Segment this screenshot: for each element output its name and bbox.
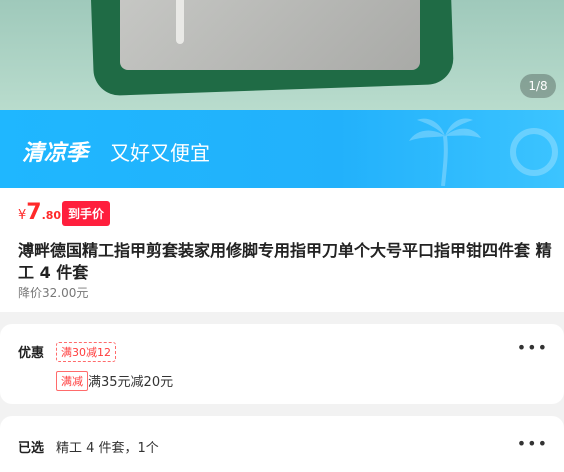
final-price-badge: 到手价 [62,201,111,226]
product-photo-clip [176,0,184,44]
product-title: 溥畔德国精工指甲剪套装家用修脚专用指甲刀单个大号平口指甲钳四件套 精工 4 件套 [18,241,552,282]
selection-label: 已选 [18,441,45,456]
promo-text: 满35元减20元 [88,375,174,390]
offers-label: 优惠 [18,346,45,361]
more-options-icon[interactable]: ••• [517,338,548,357]
promo-banner[interactable]: 清凉季 又好又便宜 [0,110,564,188]
product-photo-tray [120,0,420,70]
original-price: 降价32.00元 [18,286,89,300]
selection-card[interactable]: 已选 精工 4 件套，1个 ••• [0,416,564,472]
price-decimal: .80 [41,209,62,222]
swim-ring-icon [510,128,558,176]
offers-card[interactable]: 优惠 满30减12 满减 满35元减20元 ••• [0,324,564,404]
palm-tree-icon [409,118,481,186]
product-image-carousel[interactable]: 1/8 [0,0,564,110]
banner-slogan: 又好又便宜 [110,141,210,165]
more-options-icon[interactable]: ••• [517,434,548,453]
final-price: ¥7.80 [18,200,61,225]
coupon-badge[interactable]: 满30减12 [56,342,116,362]
banner-brand: 清凉季 [22,141,89,166]
promo-badge: 满减 [56,371,88,391]
price-integer: 7 [26,200,42,225]
price-card: ¥7.80 到手价 溥畔德国精工指甲剪套装家用修脚专用指甲刀单个大号平口指甲钳四… [0,188,564,312]
selection-value: 精工 4 件套，1个 [56,441,159,456]
image-counter: 1/8 [520,74,556,98]
